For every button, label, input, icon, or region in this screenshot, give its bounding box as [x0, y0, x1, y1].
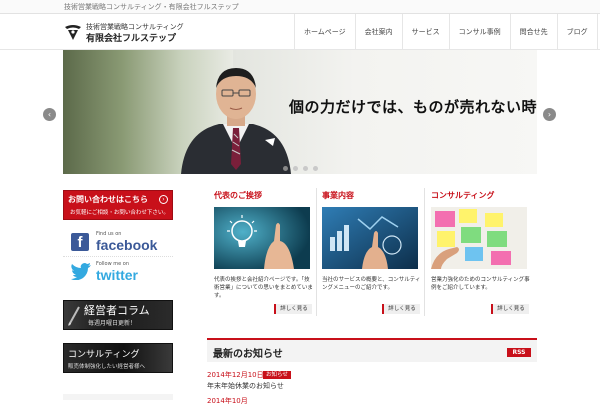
- slider-dot-2[interactable]: [293, 166, 298, 171]
- consulting-banner[interactable]: コンサルティング 販売体制強化したい経営者様へ: [63, 343, 173, 373]
- slide-headline: 個の力だけでは、ものが売れない時代: [289, 98, 537, 116]
- nav-item-blog[interactable]: ブログ: [556, 14, 598, 50]
- column-banner-title: 経営者コラム: [84, 304, 150, 317]
- hero-slider: 個の力だけでは、ものが売れない時代: [63, 50, 537, 174]
- slider-dot-3[interactable]: [303, 166, 308, 171]
- news-item: 2014年10月: [207, 394, 537, 405]
- ceo-photo: [181, 68, 291, 174]
- contact-banner-title: お問い合わせはこちら: [68, 195, 148, 204]
- consulting-banner-title: コンサルティング: [68, 350, 140, 360]
- slider-pagination: [283, 166, 318, 171]
- ceo-column-banner[interactable]: 経営者コラム 毎週月曜日更新！: [63, 300, 173, 330]
- site-tagline: 技術営業戦略コンサルティング・有限会社フルステップ: [64, 3, 239, 11]
- feature-card-greeting: 代表のご挨拶 代表の挨拶と会社紹介ページです。「技術営業」についての思いをまとめ…: [208, 188, 318, 316]
- card-description: 営業力強化のためのコンサルティング事例をご紹介しています。: [431, 277, 530, 291]
- nav-item-cases[interactable]: コンサル事例: [448, 14, 510, 50]
- news-date: 2014年12月10日: [207, 371, 264, 379]
- facebook-label: facebook: [96, 237, 158, 253]
- card-title[interactable]: 事業内容: [322, 190, 354, 201]
- news-item: 2014年12月10日 お知らせ 年末年始休業のお知らせ: [207, 370, 537, 392]
- news-section-title: 最新のお知らせ: [213, 349, 283, 360]
- card-title[interactable]: 代表のご挨拶: [214, 190, 262, 201]
- card-title[interactable]: コンサルティング: [431, 190, 495, 201]
- news-header: 最新のお知らせ RSS: [207, 338, 537, 362]
- news-category-badge[interactable]: お知らせ: [263, 371, 291, 379]
- contact-banner[interactable]: お問い合わせはこちら › お気軽にご相談・お問い合わせ下さい。: [63, 190, 173, 220]
- nav-item-contact[interactable]: 問合せ先: [509, 14, 557, 50]
- consulting-banner-subtext: 販売体制強化したい経営者様へ: [68, 364, 146, 370]
- nav-item-home[interactable]: ホームページ: [294, 14, 355, 50]
- sidebar-footer-strip: [63, 394, 173, 400]
- column-banner-subtext: 毎週月曜日更新！: [88, 320, 137, 327]
- nav-item-company[interactable]: 会社案内: [354, 14, 402, 50]
- logo-mark-icon: [65, 25, 81, 40]
- slider-prev-button[interactable]: ‹: [43, 108, 56, 121]
- twitter-label: twitter: [96, 267, 138, 283]
- top-bar: 技術営業戦略コンサルティング・有限会社フルステップ: [0, 0, 600, 14]
- card-description: 当社のサービスの概要と、コンサルティングメニューのご紹介です。: [322, 277, 421, 291]
- feature-card-business: 事業内容 当社のサービスの概要と、コンサルティングメニューのご紹介です。 詳しく…: [316, 188, 426, 316]
- pen-icon: [68, 306, 80, 326]
- card-image-sticky-notes[interactable]: [431, 207, 527, 269]
- card-description: 代表の挨拶と会社紹介ページです。「技術営業」についての思いをまとめています。: [214, 277, 313, 299]
- twitter-bird-icon: [71, 263, 91, 280]
- twitter-banner[interactable]: Follow me on twitter: [63, 257, 173, 287]
- facebook-icon: f: [71, 233, 89, 251]
- rss-button[interactable]: RSS: [507, 348, 531, 357]
- nav-item-services[interactable]: サービス: [401, 14, 449, 50]
- news-title-link[interactable]: 年末年始休業のお知らせ: [207, 381, 284, 391]
- site-logo[interactable]: 技術営業戦略コンサルティング 有限会社フルステップ: [64, 22, 184, 44]
- facebook-banner[interactable]: f Find us on facebook: [63, 227, 173, 257]
- news-date: 2014年10月: [207, 397, 248, 405]
- feature-card-consulting: コンサルティング 営業力強化のためのコンサルティング事例をご紹介しています。 詳…: [425, 188, 535, 316]
- card-more-button[interactable]: 詳しく見る: [382, 304, 420, 314]
- card-image-business-icons[interactable]: [322, 207, 418, 269]
- card-more-button[interactable]: 詳しく見る: [274, 304, 312, 314]
- card-image-lightbulb[interactable]: [214, 207, 310, 269]
- site-header: 技術営業戦略コンサルティング 有限会社フルステップ ホームページ 会社案内 サー…: [0, 14, 600, 50]
- slider-dot-1[interactable]: [283, 166, 288, 171]
- logo-company-name: 有限会社フルステップ: [86, 34, 177, 44]
- slider-dot-4[interactable]: [313, 166, 318, 171]
- global-nav: ホームページ 会社案内 サービス コンサル事例 問合せ先 ブログ: [294, 14, 598, 50]
- arrow-right-icon: ›: [159, 195, 168, 204]
- contact-banner-subtext: お気軽にご相談・お問い合わせ下さい。: [70, 210, 169, 216]
- card-more-button[interactable]: 詳しく見る: [491, 304, 529, 314]
- slider-next-button[interactable]: ›: [543, 108, 556, 121]
